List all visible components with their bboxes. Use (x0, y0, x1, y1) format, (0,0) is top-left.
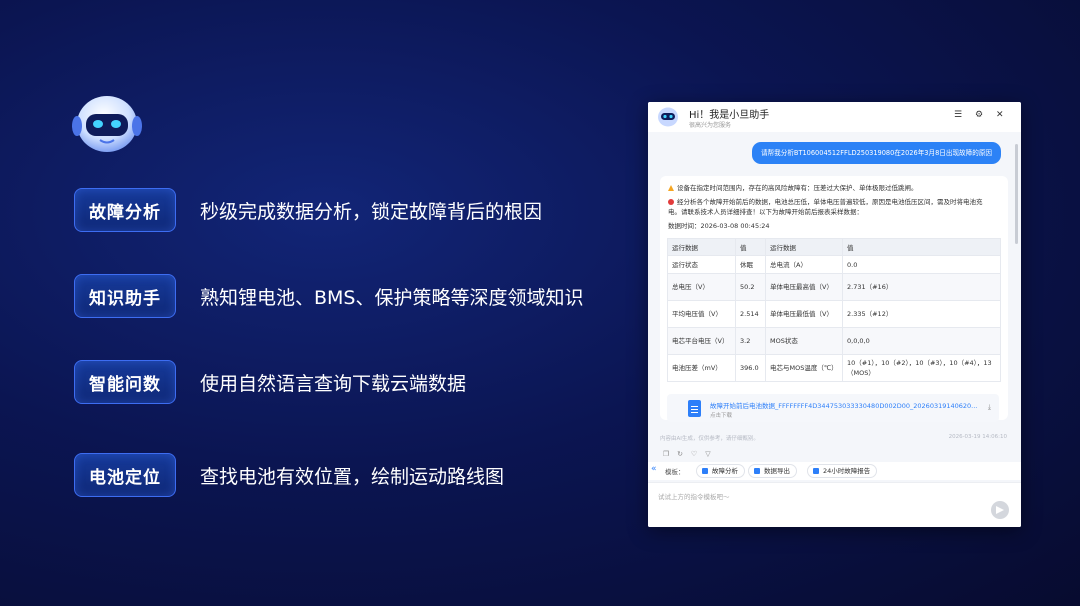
template-icon (813, 468, 819, 474)
table-row: 电池压差（mV） 396.0 电芯与MOS温度（℃） 10（#1），10（#2）… (667, 354, 1001, 382)
feature-tag-fault-analysis[interactable]: 故障分析 (74, 188, 176, 232)
retry-icon[interactable]: ↻ (676, 450, 684, 458)
table-cell: 休眠 (735, 255, 766, 274)
close-icon[interactable]: ✕ (996, 110, 1004, 120)
message-timestamp: 2026-03-19 14:06:10 (948, 434, 1007, 440)
file-download-hint: 点击下载 (710, 413, 733, 419)
feature-tag-battery-location[interactable]: 电池定位 (74, 453, 176, 497)
warning-icon (668, 185, 674, 191)
feature-tag-knowledge-assistant[interactable]: 知识助手 (74, 274, 176, 318)
template-label: 模板： (665, 468, 685, 476)
feature-smart-query: 智能问数 使用自然语言查询下载云端数据 (74, 360, 466, 404)
thumbs-down-icon[interactable]: ▽ (704, 450, 712, 458)
ai-disclaimer: 内容由AI生成，仅供参考，请仔细甄别。 (660, 436, 759, 442)
table-cell: 2.335（#12） (842, 300, 1001, 328)
feature-desc-fault-analysis: 秒级完成数据分析，锁定故障背后的根因 (200, 200, 543, 223)
table-header: 运行数据 (765, 238, 843, 256)
table-cell: 电芯平台电压（V） (667, 327, 736, 355)
table-cell: 运行状态 (667, 255, 736, 274)
analysis-line: 经分析各个故障开始前后的数据，电池总压低，单体电压普遍较低，原因是电池低压区间，… (668, 197, 1000, 207)
data-time: 数据时间：2026-03-08 00:45:24 (668, 222, 770, 230)
feature-tag-smart-query[interactable]: 智能问数 (74, 360, 176, 404)
gear-icon[interactable]: ⚙ (975, 110, 983, 120)
table-cell: 平均电压值（V） (667, 300, 736, 328)
send-icon[interactable] (991, 501, 1009, 519)
template-icon (702, 468, 708, 474)
warning-text: 设备在指定时间范围内，存在的高风险故障有：压差过大保护、单体极限过低跳闸。 (677, 184, 918, 192)
analysis-text-2: 电。请联系技术人员详细排查！以下为故障开始前后报表采样数据： (668, 208, 863, 216)
assistant-reply: 设备在指定时间范围内，存在的高风险故障有：压差过大保护、单体极限过低跳闸。 经分… (660, 176, 1008, 422)
download-icon[interactable]: ⤓ (988, 403, 991, 412)
message-actions: ❐ ↻ ♡ ▽ (662, 450, 712, 458)
table-cell: 50.2 (735, 273, 766, 301)
document-icon (688, 400, 701, 417)
table-header: 值 (735, 238, 766, 256)
data-table: 运行数据 值 运行数据 值 运行状态 休眠 总电流（A） 0.0 总电压（V） (667, 238, 1001, 382)
analysis-text-1: 经分析各个故障开始前后的数据，电池总压低，单体电压普遍较低，原因是电池低压区间，… (677, 198, 983, 206)
table-header: 运行数据 (667, 238, 736, 256)
table-cell: 总电流（A） (765, 255, 843, 274)
assistant-avatar-icon (658, 107, 678, 127)
thumbs-up-icon[interactable]: ♡ (690, 450, 698, 458)
table-cell: 2.731（#16） (842, 273, 1001, 301)
table-cell: 10（#1），10（#2），10（#3），10（#4），13（MOS） (842, 354, 1001, 382)
alert-dot-icon (668, 199, 674, 205)
template-chip-fault-analysis[interactable]: 故障分析 (696, 464, 745, 478)
feature-battery-location: 电池定位 查找电池有效位置，绘制运动路线图 (74, 453, 504, 497)
chat-header: Hi！我是小旦助手 很高兴为您服务 ☰ ⚙ ✕ (648, 102, 1021, 132)
table-cell: 396.0 (735, 354, 766, 382)
feature-fault-analysis: 故障分析 秒级完成数据分析，锁定故障背后的根因 (74, 188, 542, 232)
collapse-icon[interactable]: « (651, 464, 657, 474)
table-cell: 单体电压最高值（V） (765, 273, 843, 301)
template-chip-24h-report[interactable]: 24小时故障报告 (807, 464, 878, 478)
user-message: 请帮我分析BT106004512FFLD250319080在2026年3月8日出… (752, 142, 1001, 164)
table-cell: 总电压（V） (667, 273, 736, 301)
table-cell: 3.2 (735, 327, 766, 355)
table-cell: 电池压差（mV） (667, 354, 736, 382)
template-chip-label: 数据导出 (764, 467, 790, 475)
template-icon (754, 468, 760, 474)
table-cell: 单体电压最低值（V） (765, 300, 843, 328)
template-chip-label: 24小时故障报告 (823, 467, 871, 475)
table-header: 值 (842, 238, 1001, 256)
template-chip-label: 故障分析 (712, 467, 738, 475)
chat-panel: Hi！我是小旦助手 很高兴为您服务 ☰ ⚙ ✕ 请帮我分析BT106004512… (648, 102, 1021, 527)
table-row: 运行状态 休眠 总电流（A） 0.0 (667, 255, 1001, 274)
feature-desc-battery-location: 查找电池有效位置，绘制运动路线图 (200, 465, 505, 488)
robot-mascot-icon (72, 96, 142, 152)
warning-line: 设备在指定时间范围内，存在的高风险故障有：压差过大保护、单体极限过低跳闸。 (668, 183, 1000, 193)
chat-title: Hi！我是小旦助手 (689, 110, 770, 121)
table-cell: 电芯与MOS温度（℃） (765, 354, 843, 382)
table-row: 平均电压值（V） 2.514 单体电压最低值（V） 2.335（#12） (667, 300, 1001, 328)
chat-subtitle: 很高兴为您服务 (689, 122, 732, 129)
table-header-row: 运行数据 值 运行数据 值 (667, 238, 1001, 256)
copy-icon[interactable]: ❐ (662, 450, 670, 458)
menu-icon[interactable]: ☰ (954, 110, 962, 120)
table-cell: MOS状态 (765, 327, 843, 355)
file-name[interactable]: 故障开始前后电池数据_FFFFFFFF4D344753033330480D002… (710, 400, 977, 410)
chat-scrollbar[interactable] (1015, 144, 1018, 244)
feature-desc-knowledge-assistant: 熟知锂电池、BMS、保护策略等深度领域知识 (200, 286, 584, 309)
table-cell: 0.0 (842, 255, 1001, 274)
chat-input[interactable]: 试试上方的指令模板吧～ (648, 482, 1021, 527)
table-row: 总电压（V） 50.2 单体电压最高值（V） 2.731（#16） (667, 273, 1001, 301)
feature-desc-smart-query: 使用自然语言查询下载云端数据 (200, 372, 467, 395)
table-cell: 0,0,0,0 (842, 327, 1001, 355)
table-cell: 2.514 (735, 300, 766, 328)
template-bar: « 模板： 故障分析 数据导出 24小时故障报告 (648, 462, 1021, 480)
table-row: 电芯平台电压（V） 3.2 MOS状态 0,0,0,0 (667, 327, 1001, 355)
feature-knowledge-assistant: 知识助手 熟知锂电池、BMS、保护策略等深度领域知识 (74, 274, 584, 318)
file-attachment[interactable]: 故障开始前后电池数据_FFFFFFFF4D344753033330480D002… (667, 394, 999, 422)
input-placeholder: 试试上方的指令模板吧～ (658, 493, 730, 501)
template-chip-data-export[interactable]: 数据导出 (748, 464, 797, 478)
